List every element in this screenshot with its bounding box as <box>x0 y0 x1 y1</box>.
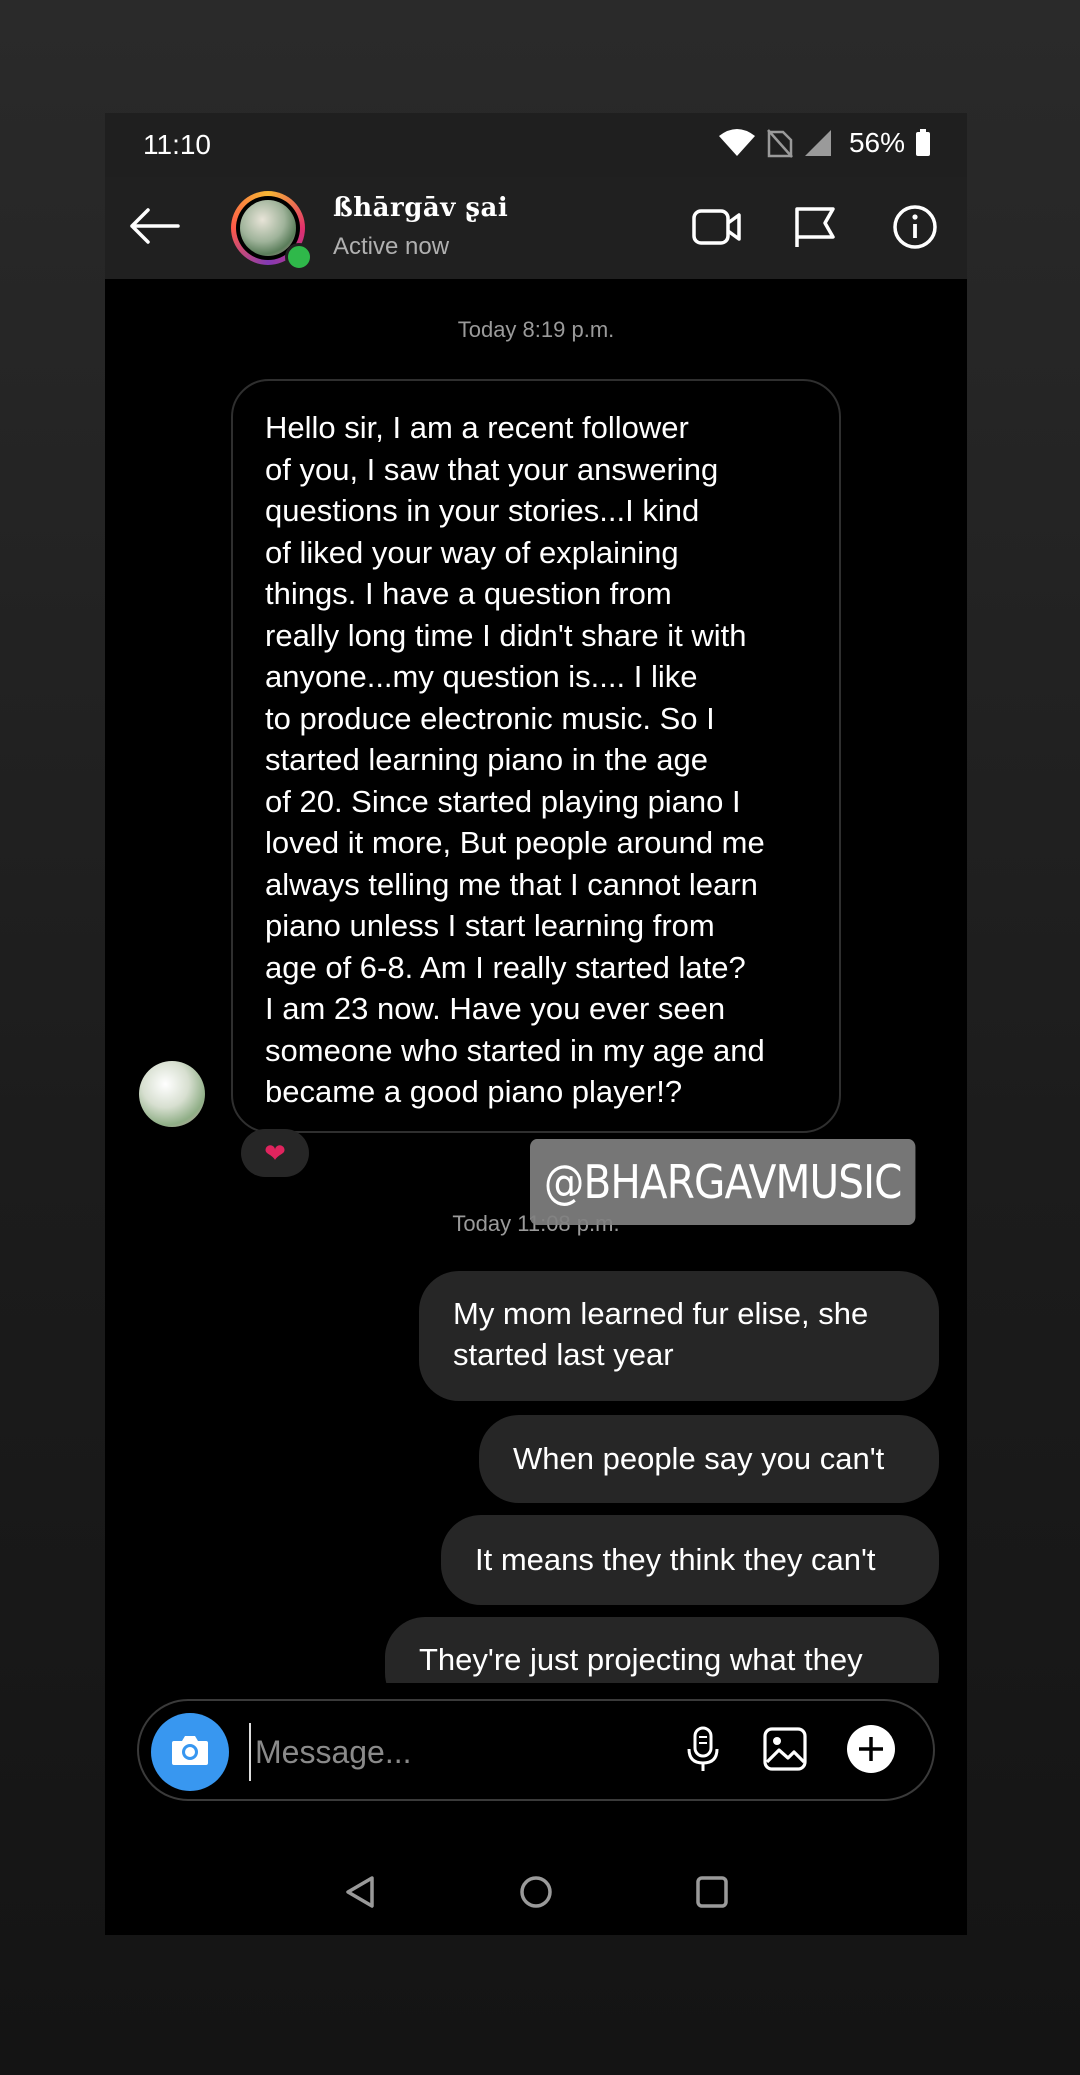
gallery-icon <box>762 1726 808 1777</box>
nav-back-button[interactable] <box>333 1867 387 1921</box>
sender-avatar[interactable] <box>139 1061 205 1127</box>
status-bar: 11:10 56% <box>105 113 967 177</box>
microphone-icon <box>685 1725 721 1778</box>
system-nav-bar <box>105 1853 967 1935</box>
watermark-label: @BHARGAVMUSIC <box>530 1139 916 1225</box>
plus-icon <box>846 1724 896 1779</box>
contact-name[interactable]: ßhārgāv ʂai <box>333 193 508 223</box>
timestamp: Today 8:19 p.m. <box>457 317 615 342</box>
flag-button[interactable] <box>787 203 843 255</box>
no-sim-icon <box>767 128 793 158</box>
back-arrow-icon <box>128 206 182 251</box>
circle-home-icon <box>518 1874 554 1915</box>
outgoing-message[interactable]: It means they think they can't <box>441 1515 939 1605</box>
triangle-back-icon <box>342 1874 378 1915</box>
status-time: 11:10 <box>143 129 211 160</box>
status-icons: 56% <box>717 127 931 159</box>
outgoing-message[interactable]: When people say you can't <box>479 1415 939 1503</box>
outgoing-message[interactable]: My mom learned fur elise, she started la… <box>419 1271 939 1401</box>
info-icon <box>892 204 938 255</box>
signal-icon <box>803 128 833 158</box>
phone-screen: 11:10 56% ßhārgāv ʂai Active now Today 8… <box>105 113 967 1935</box>
contact-avatar[interactable] <box>231 191 313 271</box>
contact-status: Active now <box>333 233 450 260</box>
incoming-message[interactable]: Hello sir, I am a recent follower of you… <box>231 379 841 1133</box>
flag-icon <box>793 205 837 254</box>
message-thread[interactable]: Today 8:19 p.m. Hello sir, I am a recent… <box>105 279 967 1683</box>
square-recents-icon <box>694 1874 730 1915</box>
wifi-icon <box>717 128 757 158</box>
microphone-button[interactable] <box>677 1725 729 1777</box>
battery-percent: 56% <box>848 127 905 158</box>
more-button[interactable] <box>845 1724 897 1779</box>
heart-icon: ❤ <box>264 1137 286 1168</box>
nav-home-button[interactable] <box>509 1867 563 1921</box>
chat-header: ßhārgāv ʂai Active now <box>105 177 967 279</box>
message-input[interactable] <box>249 1723 677 1781</box>
gallery-button[interactable] <box>759 1725 811 1777</box>
camera-icon <box>170 1733 210 1772</box>
outgoing-message[interactable]: They're just projecting what they <box>385 1617 939 1683</box>
video-call-button[interactable] <box>689 203 745 255</box>
nav-recents-button[interactable] <box>685 1867 739 1921</box>
battery-icon <box>915 128 931 158</box>
video-call-icon <box>691 207 743 252</box>
info-button[interactable] <box>887 203 943 255</box>
camera-button[interactable] <box>151 1713 229 1791</box>
back-button[interactable] <box>125 201 185 255</box>
online-indicator <box>285 243 313 271</box>
message-composer <box>137 1699 935 1801</box>
reaction-badge[interactable]: ❤ <box>241 1129 309 1177</box>
